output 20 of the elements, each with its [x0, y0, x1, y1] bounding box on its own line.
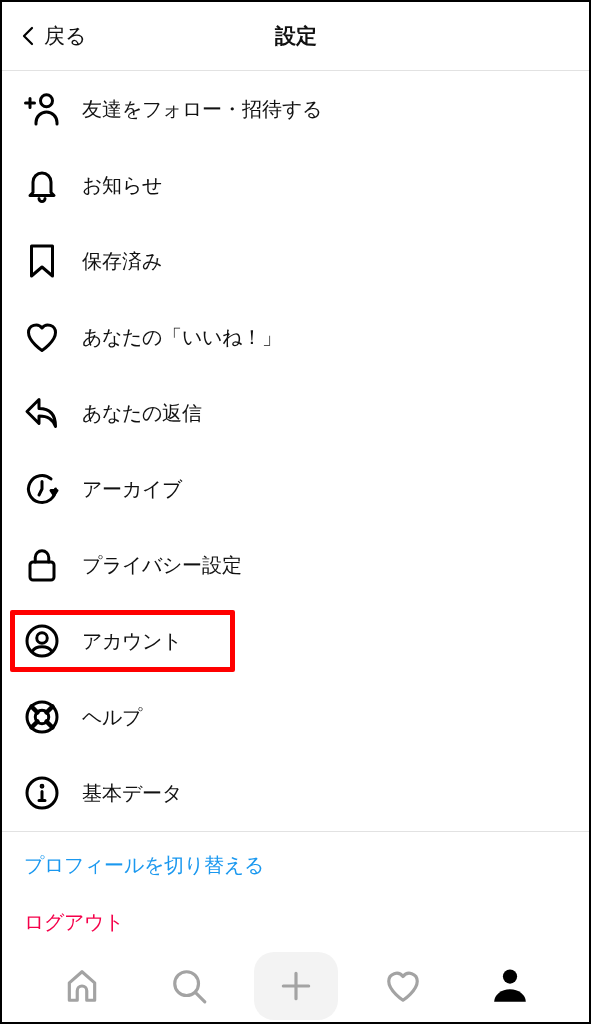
- add-person-icon: [24, 91, 60, 127]
- clock-arrow-icon: [24, 471, 60, 507]
- info-icon: [24, 775, 60, 811]
- logout-link[interactable]: ログアウト: [24, 909, 567, 936]
- menu-item[interactable]: 基本データ: [2, 755, 589, 831]
- menu-item[interactable]: あなたの「いいね！」: [2, 299, 589, 375]
- reply-arrow-icon: [24, 395, 60, 431]
- screen-title: 設定: [274, 23, 317, 50]
- menu-item[interactable]: アーカイブ: [2, 451, 589, 527]
- menu-item[interactable]: ヘルプ: [2, 679, 589, 755]
- menu-item[interactable]: お知らせ: [2, 147, 589, 223]
- menu-item[interactable]: プライバシー設定: [2, 527, 589, 603]
- person-circle-icon: [24, 623, 60, 659]
- menu-item[interactable]: アカウント: [2, 603, 589, 679]
- back-button[interactable]: 戻る: [22, 22, 87, 50]
- menu-item[interactable]: 保存済み: [2, 223, 589, 299]
- back-chevron-icon: [22, 26, 34, 46]
- menu-item[interactable]: あなたの返信: [2, 375, 589, 451]
- menu-item[interactable]: 友達をフォロー・招待する: [2, 71, 589, 147]
- lifebuoy-icon: [24, 699, 60, 735]
